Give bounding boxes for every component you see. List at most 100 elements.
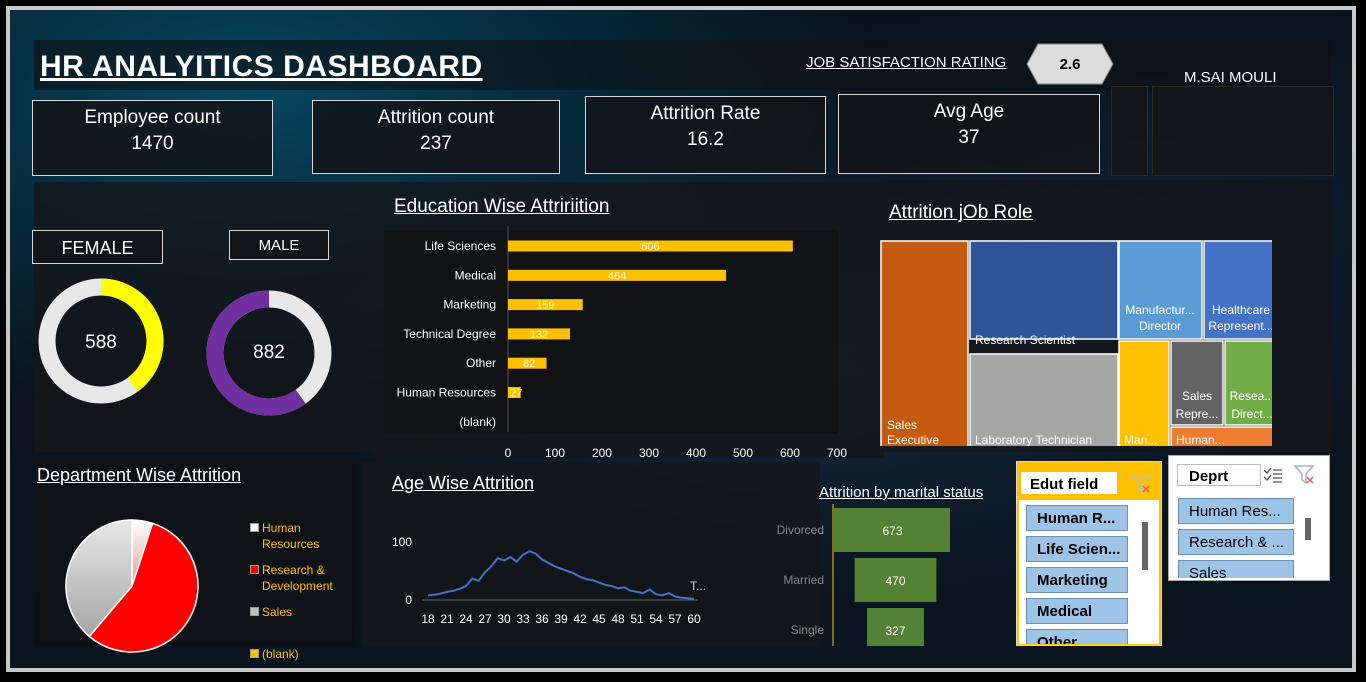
slicer-header: Edut field — [1021, 472, 1117, 494]
slicer-item[interactable]: Research & ... — [1178, 529, 1294, 555]
filter-clear-icon[interactable] — [1293, 464, 1317, 486]
job-satisfaction-label: JOB SATISFACTION RATING — [806, 54, 1007, 71]
blank-panel — [1111, 86, 1148, 176]
x-tick-label: 24 — [459, 612, 473, 626]
male-count: 882 — [253, 342, 285, 363]
slicer-header: Deprt — [1177, 464, 1261, 486]
x-tick-label: 33 — [516, 612, 530, 626]
category-label: Divorced — [777, 523, 824, 537]
treemap-label: Represent... — [1208, 319, 1272, 333]
x-tick-label: 200 — [592, 446, 612, 458]
x-tick-label: 39 — [554, 612, 568, 626]
kpi-attrition-rate: Attrition Rate 16.2 — [585, 96, 826, 174]
male-label-box: MALE — [229, 230, 329, 260]
slicer-item[interactable]: Other — [1026, 629, 1128, 644]
legend-label: (blank) — [262, 647, 299, 661]
slicer-item-clip: Sales — [1178, 560, 1294, 578]
kpi-label: Avg Age — [933, 101, 1005, 122]
legend-swatch — [250, 565, 259, 574]
data-label: 673 — [882, 524, 902, 538]
department-slicer: Deprt Human Res... Research & ... Sales — [1168, 455, 1330, 581]
kpi-label: Attrition Rate — [650, 103, 761, 124]
department-title: Department Wise Attrition — [37, 465, 242, 485]
treemap-label: Resea... — [1230, 389, 1272, 403]
y-tick-label: 100 — [392, 535, 412, 549]
slicer-item[interactable]: Marketing — [1026, 567, 1128, 593]
slicer-item[interactable]: Life Scien... — [1026, 536, 1128, 562]
blank-panel — [1152, 86, 1334, 176]
treemap-label: Direct... — [1231, 407, 1272, 421]
data-label: 27 — [510, 388, 522, 400]
category-label: (blank) — [459, 415, 496, 429]
marital-funnel-chart: Divorced 673 Married 470 Single 327 — [777, 504, 950, 646]
jobrole-title: Attrition jOb Role — [889, 202, 1033, 223]
x-tick-label: 30 — [497, 612, 511, 626]
department-legend: Human Resources Research & Development Sal… — [250, 512, 360, 661]
x-tick-label: 700 — [827, 446, 847, 458]
multi-select-icon[interactable] — [1261, 464, 1285, 486]
kpi-value: 1470 — [131, 133, 174, 154]
category-label: Single — [791, 623, 825, 637]
series-end-label: T... — [690, 579, 706, 593]
slicer-scrollbar[interactable] — [1142, 522, 1148, 570]
legend-swatch — [250, 607, 259, 616]
category-label: Technical Degree — [403, 327, 496, 341]
kpi-value: 16.2 — [687, 129, 724, 150]
category-label: Married — [783, 573, 824, 587]
treemap-label: Sales — [887, 418, 917, 432]
job-satisfaction-value: 2.6 — [1059, 56, 1081, 73]
x-tick-label: 500 — [733, 446, 753, 458]
x-tick-label: 42 — [573, 612, 587, 626]
female-label: FEMALE — [61, 238, 134, 258]
x-tick-label: 45 — [592, 612, 606, 626]
slicer-item[interactable]: Sales — [1178, 560, 1294, 578]
y-tick-label: 0 — [405, 593, 412, 607]
education-title: Education Wise Attririition — [394, 196, 610, 217]
data-label: 464 — [608, 270, 626, 282]
treemap-label: Sales — [1182, 389, 1212, 403]
x-tick-label: 27 — [478, 612, 492, 626]
author-name: M.SAI MOULI — [1184, 69, 1277, 86]
treemap-label: Man... — [1124, 433, 1157, 446]
x-tick-label: 100 — [545, 446, 565, 458]
treemap-tile — [969, 240, 1119, 340]
age-line-chart: 0 100 18 21 24 27 30 33 36 39 42 45 48 51 54 57 60 T... — [392, 535, 706, 626]
x-tick-label: 600 — [780, 446, 800, 458]
treemap-label: Research Scientist — [975, 333, 1076, 347]
female-count: 588 — [85, 332, 117, 353]
kpi-value: 37 — [958, 127, 980, 148]
dashboard-frame: HR ANALYITICS DASHBOARD JOB SATISFACTION… — [6, 6, 1356, 672]
education-field-slicer: Edut field Human R... Life Scien... Mark… — [1016, 461, 1162, 646]
filter-clear-icon[interactable] — [1130, 474, 1152, 494]
x-tick-label: 18 — [421, 612, 435, 626]
department-pie-chart — [65, 519, 199, 653]
category-label: Life Sciences — [425, 239, 496, 253]
legend-label: Sales — [262, 605, 293, 619]
data-label: 132 — [530, 329, 548, 341]
slicer-item[interactable]: Human R... — [1026, 505, 1128, 531]
treemap-label: Repre... — [1176, 407, 1219, 421]
treemap-label: Laboratory Technician — [975, 433, 1092, 446]
data-label: 606 — [641, 241, 659, 253]
category-label: Other — [466, 356, 496, 370]
age-line — [427, 550, 695, 600]
x-tick-label: 51 — [630, 612, 644, 626]
data-label: 327 — [885, 624, 905, 638]
slicer-item[interactable]: Medical — [1026, 598, 1128, 624]
slicer-scrollbar[interactable] — [1305, 518, 1311, 540]
x-tick-label: 400 — [686, 446, 706, 458]
data-label: 82 — [523, 358, 535, 370]
treemap-label: Healthcare — [1212, 303, 1270, 317]
category-label: Marketing — [443, 298, 496, 312]
page-title: HR ANALYITICS DASHBOARD — [40, 50, 483, 83]
kpi-employee-count: Employee count 1470 — [32, 100, 273, 176]
data-label: 159 — [536, 300, 554, 312]
data-label: 470 — [885, 574, 905, 588]
female-label-box: FEMALE — [32, 230, 163, 264]
slicer-item[interactable]: Human Res... — [1178, 498, 1294, 524]
legend-label: Human Resources — [262, 521, 320, 551]
x-tick-label: 48 — [611, 612, 625, 626]
x-tick-label: 0 — [505, 446, 512, 458]
category-label: Human Resources — [397, 386, 496, 400]
slicer-item-clip: Other — [1026, 629, 1128, 644]
